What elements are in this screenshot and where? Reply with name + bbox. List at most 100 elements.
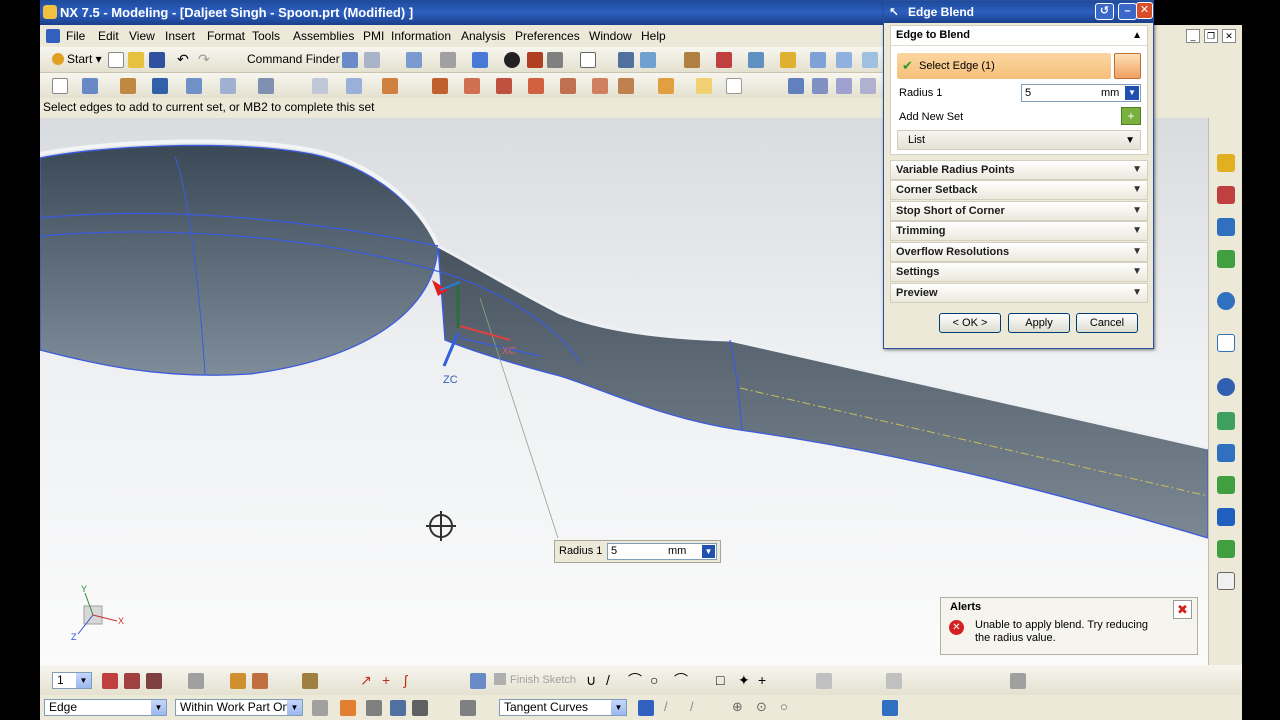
datum-icon[interactable]: [364, 52, 380, 68]
menu-insert[interactable]: Insert: [165, 29, 195, 43]
menu-analysis[interactable]: Analysis: [461, 29, 506, 43]
roles-icon[interactable]: [1217, 508, 1235, 526]
render-style-icon[interactable]: [504, 52, 520, 68]
note-icon[interactable]: [696, 78, 712, 94]
extrude-icon[interactable]: [82, 78, 98, 94]
collapse-icon[interactable]: –: [1118, 3, 1137, 20]
menu-file[interactable]: File: [66, 29, 85, 43]
ok-button[interactable]: < OK >: [939, 313, 1001, 333]
analysis-icon[interactable]: [684, 52, 700, 68]
curve-rule-dropdown[interactable]: Tangent Curves ▼: [499, 699, 627, 716]
menu-pmi[interactable]: PMI: [363, 29, 384, 43]
section-preview[interactable]: Preview ▼: [890, 283, 1148, 303]
undo-icon[interactable]: ↶: [177, 52, 193, 68]
line-tool-icon[interactable]: ↗: [360, 673, 376, 689]
menu-tools[interactable]: Tools: [252, 29, 280, 43]
orient-icon[interactable]: [860, 78, 876, 94]
arc-icon[interactable]: ⌒: [628, 673, 644, 689]
unite-icon[interactable]: [592, 78, 608, 94]
snap-point-icon[interactable]: [146, 673, 162, 689]
view-fit-icon[interactable]: [406, 52, 422, 68]
new-file-icon[interactable]: [108, 52, 124, 68]
menu-edit[interactable]: Edit: [98, 29, 119, 43]
snap-icon[interactable]: [640, 52, 656, 68]
apply-button[interactable]: Apply: [1008, 313, 1070, 333]
sketch-plane-icon[interactable]: [52, 78, 68, 94]
command-finder-button[interactable]: Command Finder: [247, 52, 340, 66]
block-icon[interactable]: [258, 78, 274, 94]
clock-icon[interactable]: [1217, 378, 1235, 396]
redo-icon[interactable]: ↷: [198, 52, 214, 68]
constraint-icon[interactable]: [102, 673, 118, 689]
circle-icon[interactable]: ○: [650, 673, 666, 689]
pattern-icon[interactable]: [528, 78, 544, 94]
revolve-icon[interactable]: [120, 78, 136, 94]
finish-sketch-button[interactable]: Finish Sketch: [494, 673, 576, 686]
navigator-icon[interactable]: [1217, 154, 1235, 172]
feature-icon[interactable]: [780, 52, 796, 68]
radius-input[interactable]: 5 mm ▼: [1021, 84, 1141, 102]
shaded-cube-icon[interactable]: [472, 52, 488, 68]
trim-curve-icon[interactable]: [816, 673, 832, 689]
select-all-icon[interactable]: [188, 673, 204, 689]
select-body-icon[interactable]: [366, 700, 382, 716]
close-doc-icon[interactable]: ✕: [1222, 29, 1236, 43]
section-settings[interactable]: Settings ▼: [890, 262, 1148, 282]
offset-icon[interactable]: [346, 78, 362, 94]
inference-icon[interactable]: [252, 673, 268, 689]
edge-select-icon[interactable]: [1114, 53, 1141, 79]
draft-icon[interactable]: [496, 78, 512, 94]
open-file-icon[interactable]: [128, 52, 144, 68]
close-icon[interactable]: ✕: [1136, 2, 1153, 19]
layer-selector[interactable]: 1 ▼: [52, 672, 92, 689]
general-select-icon[interactable]: [312, 700, 328, 716]
curve-icon[interactable]: [658, 78, 674, 94]
app-menu-icon[interactable]: [46, 29, 60, 43]
palette-icon[interactable]: [1217, 572, 1235, 590]
web-browser-icon[interactable]: [1217, 292, 1235, 310]
dimension-icon[interactable]: [124, 673, 140, 689]
chevron-down-icon[interactable]: ▼: [702, 545, 715, 558]
move-icon[interactable]: [836, 78, 852, 94]
sweep-icon[interactable]: [152, 78, 168, 94]
select-feature-icon[interactable]: [340, 700, 356, 716]
floating-radius-field[interactable]: 5 mm ▼: [607, 543, 717, 560]
snap-endpoint-icon[interactable]: [638, 700, 654, 716]
point-tool-icon[interactable]: +: [758, 673, 774, 689]
menu-preferences[interactable]: Preferences: [515, 29, 580, 43]
grid-icon[interactable]: [1010, 673, 1026, 689]
rectangle-icon[interactable]: □: [716, 673, 732, 689]
add-set-icon[interactable]: +: [1121, 107, 1141, 125]
spline-icon[interactable]: ʃ: [404, 673, 420, 689]
rotate-icon[interactable]: [440, 52, 456, 68]
cancel-button[interactable]: Cancel: [1076, 313, 1138, 333]
selection-scope-dropdown[interactable]: Within Work Part Only ▼: [175, 699, 303, 716]
minimize-doc-icon[interactable]: _: [1186, 29, 1200, 43]
constraint-navigator-icon[interactable]: [1217, 250, 1235, 268]
blend-icon[interactable]: [836, 52, 852, 68]
shell-icon[interactable]: [464, 78, 480, 94]
edit-icon[interactable]: [812, 78, 828, 94]
cross-icon[interactable]: +: [382, 673, 398, 689]
menu-view[interactable]: View: [129, 29, 155, 43]
snap-arc-icon[interactable]: ⊙: [756, 700, 772, 716]
fillet-icon[interactable]: ⌒: [674, 673, 690, 689]
menu-window[interactable]: Window: [589, 29, 632, 43]
restore-doc-icon[interactable]: ❐: [1204, 29, 1218, 43]
lasso-icon[interactable]: [460, 700, 476, 716]
profile-icon[interactable]: ∪: [586, 673, 602, 689]
assembly-navigator-icon[interactable]: [1217, 218, 1235, 236]
layer-icon[interactable]: [748, 52, 764, 68]
sketch-icon[interactable]: [342, 52, 358, 68]
sketch-task-icon[interactable]: [470, 673, 486, 689]
part-navigator-icon[interactable]: [1217, 186, 1235, 204]
menu-information[interactable]: Information: [391, 29, 451, 43]
snap-quadrant-icon[interactable]: ○: [780, 700, 796, 716]
mirror-icon[interactable]: [560, 78, 576, 94]
reset-icon[interactable]: ↺: [1095, 3, 1114, 20]
section-header[interactable]: Edge to Blend ▲: [891, 26, 1147, 46]
process-studio-icon[interactable]: [1217, 476, 1235, 494]
snap-midpoint-icon[interactable]: /: [664, 700, 680, 716]
edge-blend-icon[interactable]: [382, 78, 398, 94]
section-stop-short-of-corner[interactable]: Stop Short of Corner ▼: [890, 201, 1148, 221]
